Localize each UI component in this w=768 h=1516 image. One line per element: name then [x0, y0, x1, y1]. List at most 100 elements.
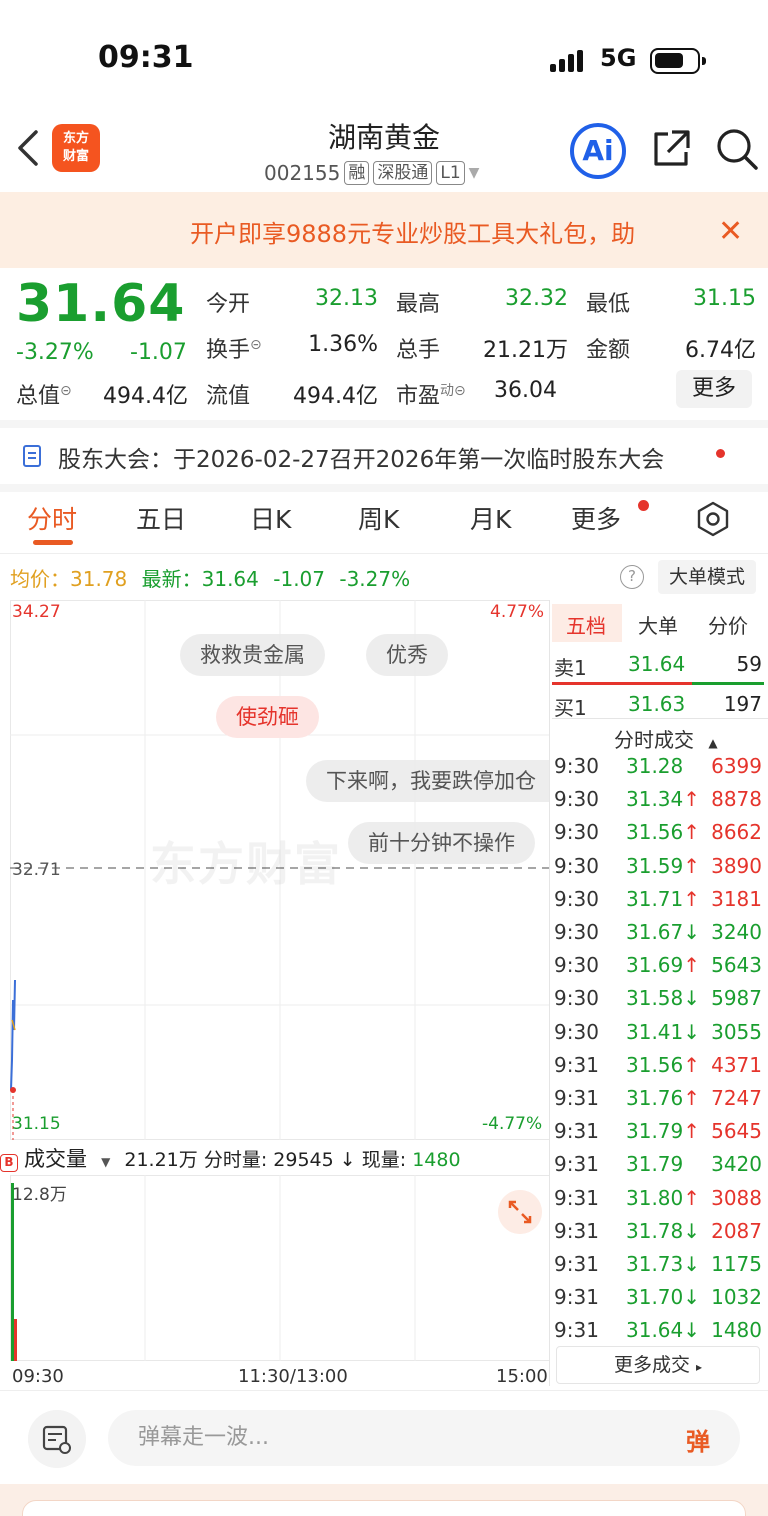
danmu-input[interactable]: 弹幕走一波...: [108, 1410, 740, 1466]
low-label: 最低: [586, 292, 631, 317]
divider: [549, 600, 550, 1386]
volume-chart[interactable]: [10, 1175, 550, 1361]
danmu-bubble[interactable]: 救救贵金属: [180, 634, 325, 676]
trade-price: 31.34↑: [626, 787, 701, 812]
time-axis-end: 15:00: [496, 1366, 548, 1387]
volume-label: 总手: [396, 338, 441, 363]
help-icon[interactable]: ?: [620, 565, 644, 589]
trade-volume: 3055: [711, 1019, 762, 1044]
divider: [0, 484, 768, 492]
volume-bar: [14, 1319, 17, 1361]
open-value: 32.13: [315, 286, 378, 311]
trade-volume: 1032: [711, 1285, 762, 1310]
network-type: 5G: [600, 44, 637, 72]
sell-ratio-bar: [552, 682, 692, 685]
more-trades-button[interactable]: 更多成交 ▸: [556, 1346, 760, 1384]
change-amount: -1.07: [130, 340, 187, 365]
tab-more[interactable]: 更多: [571, 500, 621, 536]
intraday-summary: 均价：31.78 最新：31.64 -1.07 -3.27%: [10, 563, 410, 592]
trade-volume: 3890: [711, 853, 762, 878]
share-icon[interactable]: [650, 128, 692, 170]
tab-intraday[interactable]: 分时: [27, 500, 77, 536]
trade-price: 31.70↓: [626, 1285, 701, 1310]
tab-daily-k[interactable]: 日K: [250, 500, 291, 536]
status-time: 09:31: [98, 40, 194, 75]
divider: [552, 718, 768, 719]
tab-monthly-k[interactable]: 月K: [470, 500, 511, 536]
announcement-text[interactable]: 股东大会：于2026-02-27召开2026年第一次临时股东大会: [58, 440, 664, 474]
tab-five-day[interactable]: 五日: [136, 500, 186, 536]
b-icon: B: [0, 1154, 18, 1172]
trade-price: 31.56↑: [626, 820, 701, 845]
last-percent: -3.27%: [339, 567, 411, 591]
expand-icon[interactable]: [498, 1190, 542, 1234]
trade-price: 31.79↑: [626, 1119, 701, 1144]
amount-value: 6.74亿: [685, 338, 756, 363]
promo-banner-text[interactable]: 开户即享9888元专业炒股工具大礼包，助: [190, 214, 690, 249]
tag-margin: 融: [344, 161, 370, 185]
avg-label: 均价：: [10, 567, 70, 591]
trade-price: 31.78↓: [626, 1218, 701, 1243]
stock-subtitle[interactable]: 002155 融 深股通 L1 ▼: [264, 158, 479, 188]
amount-label: 金额: [586, 338, 631, 363]
trade-price: 31.69↑: [626, 953, 701, 978]
trade-time: 9:31: [554, 1086, 599, 1110]
trade-time: 9:30: [554, 920, 599, 944]
price-line: [10, 979, 16, 1091]
trade-volume: 8878: [711, 787, 762, 812]
unread-dot: [716, 449, 725, 458]
trade-price: 31.80↑: [626, 1185, 701, 1210]
danmu-settings-icon[interactable]: [28, 1410, 86, 1468]
mktcap-value: 494.4亿: [103, 384, 188, 409]
more-quote-button[interactable]: 更多: [676, 370, 752, 408]
sell1-price: 31.64: [628, 652, 686, 676]
trade-volume: 6399: [711, 754, 762, 778]
ai-icon[interactable]: Ai: [570, 123, 626, 179]
pe-label: 市盈动⊝: [396, 382, 466, 409]
tab-price-distribution[interactable]: 分价: [708, 610, 748, 639]
tab-big-orders[interactable]: 大单: [638, 610, 678, 639]
danmu-bubble[interactable]: 使劲砸: [216, 696, 319, 738]
watermark-logo: 东方财富: [150, 837, 342, 891]
sell1-label: 卖1: [554, 656, 587, 680]
time-axis-start: 09:30: [12, 1366, 64, 1387]
trade-price: 31.56↑: [626, 1052, 701, 1077]
trade-price: 31.28: [626, 754, 684, 778]
trade-volume: 4371: [711, 1052, 762, 1077]
volume-header[interactable]: B 成交量 ▼ 21.21万 分时量: 29545 ↓ 现量: 1480: [0, 1143, 461, 1173]
buy-ratio-bar: [692, 682, 764, 685]
tab-five-levels[interactable]: 五档: [566, 610, 606, 639]
document-icon: [23, 445, 41, 467]
danmu-send-button[interactable]: 弹: [686, 1422, 710, 1457]
bottom-card[interactable]: [22, 1500, 746, 1516]
danmu-bubble[interactable]: 下来啊，我要跌停加仓: [306, 760, 550, 802]
trade-time: 9:30: [554, 986, 599, 1011]
close-icon[interactable]: ✕: [718, 214, 743, 249]
gear-icon[interactable]: [694, 500, 732, 538]
stock-code: 002155: [264, 161, 341, 185]
buy1-label: 买1: [554, 696, 587, 720]
trade-volume: 3240: [711, 920, 762, 944]
signal-icon: [550, 50, 583, 72]
search-icon[interactable]: [714, 126, 760, 172]
danmu-bubble[interactable]: 优秀: [366, 634, 448, 676]
trade-price: 31.79: [626, 1152, 684, 1177]
y-axis-top: 34.27: [12, 602, 61, 622]
dropdown-icon: ▼: [468, 165, 480, 181]
trades-title: 分时成交 ▲: [614, 728, 718, 752]
trade-time: 9:30: [554, 953, 599, 978]
trade-time: 9:30: [554, 787, 599, 812]
tab-weekly-k[interactable]: 周K: [358, 500, 399, 536]
trade-time: 9:30: [554, 820, 599, 845]
big-order-mode-button[interactable]: 大单模式: [658, 560, 756, 594]
trade-price: 31.41↓: [626, 1019, 701, 1044]
volume-bar: [11, 1183, 14, 1361]
high-value: 32.32: [505, 286, 568, 311]
battery-icon: [650, 48, 706, 74]
last-label: 最新：: [141, 567, 202, 591]
y-pct-bottom: -4.77%: [482, 1114, 543, 1134]
danmu-bubble[interactable]: 前十分钟不操作: [348, 822, 535, 864]
trade-time: 9:31: [554, 1152, 599, 1177]
divider: [0, 420, 768, 428]
high-label: 最高: [396, 292, 441, 317]
